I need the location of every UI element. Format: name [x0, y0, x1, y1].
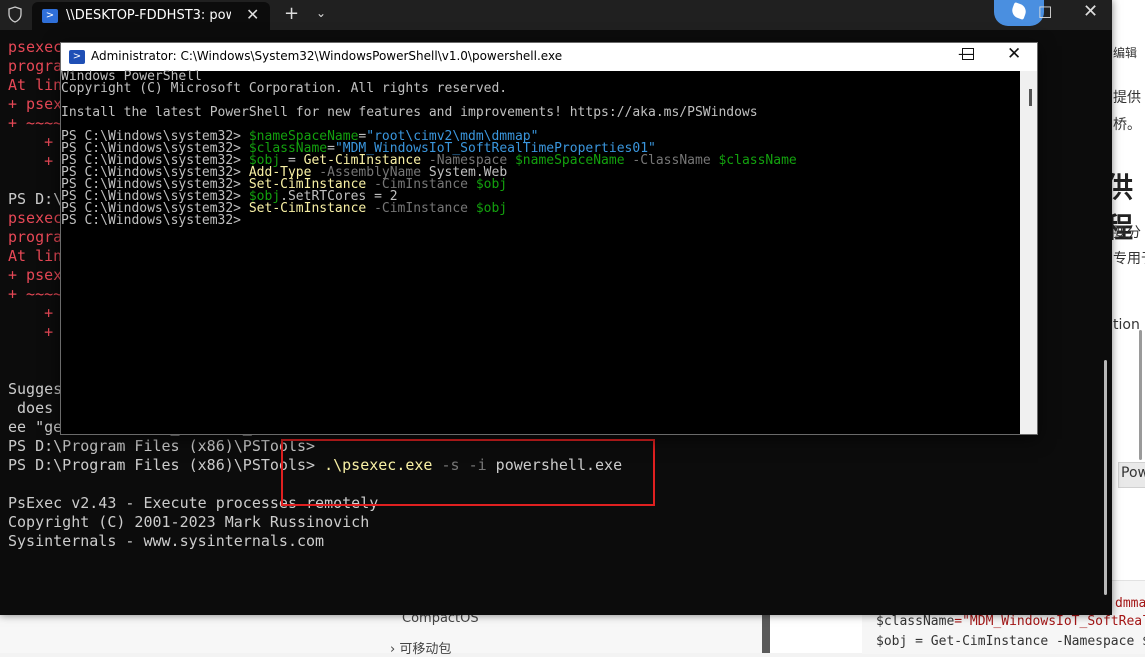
- text-segment: +: [8, 304, 63, 322]
- text-segment: $obj: [475, 177, 508, 192]
- chevron-down-icon[interactable]: ⌄: [316, 6, 326, 20]
- code-line: dmma: [1115, 596, 1145, 611]
- text-segment: progra: [8, 57, 63, 75]
- text-segment: +: [8, 133, 63, 151]
- text-segment: -ClassName: [624, 153, 719, 168]
- scrollbar-thumb[interactable]: [1029, 89, 1032, 106]
- text-segment: Copyright (C) 2001-2023 Mark Russinovich: [8, 513, 370, 531]
- text-segment: PS D:\Program Files (x86)\PSTools>: [8, 437, 316, 455]
- code-token: ="MDM_WindowsIoT_SoftReal: [954, 614, 1145, 629]
- window-title: Administrator: C:\Windows\System32\Windo…: [91, 49, 563, 63]
- text-segment: At lin: [8, 76, 63, 94]
- code-line: $obj = Get-CimInstance -Namespace $: [876, 634, 1145, 649]
- console-line: PS C:\Windows\system32>: [61, 213, 797, 228]
- article-text: 桥。: [1113, 117, 1141, 133]
- console-scrollbar[interactable]: [1020, 71, 1037, 434]
- terminal-scrollbar[interactable]: [1104, 360, 1107, 595]
- page-scrollbar[interactable]: [1139, 330, 1142, 460]
- tab-close-icon[interactable]: ✕: [246, 5, 259, 24]
- text-segment: -CimInstance: [366, 201, 476, 216]
- maximize-button[interactable]: ☐: [1038, 3, 1052, 22]
- highlight-annotation-box: [281, 439, 655, 506]
- text-segment: psexec: [8, 38, 63, 56]
- console-line: Install the latest PowerShell for new fe…: [61, 105, 797, 120]
- text-segment: $obj: [475, 201, 508, 216]
- text-segment: Sysinternals - www.sysinternals.com: [8, 532, 325, 550]
- console-output[interactable]: Windows PowerShell Copyright (C) Microsof…: [61, 70, 797, 228]
- text-segment: Sugges: [8, 380, 63, 398]
- code-line: $className="MDM_WindowsIoT_SoftReal: [876, 614, 1145, 629]
- text-segment: $className: [718, 153, 797, 168]
- code-tab-label: Pow: [1121, 465, 1145, 481]
- close-window-button[interactable]: ✕: [1083, 1, 1098, 22]
- article-text: 提供: [1113, 90, 1141, 106]
- text-segment: Copyright (C) Microsoft Corporation. All…: [61, 81, 508, 96]
- text-segment: PS D:\: [8, 190, 63, 208]
- text-segment: psexec: [8, 209, 63, 227]
- text-segment: + psex: [8, 95, 63, 113]
- powershell-icon: >: [42, 9, 58, 23]
- edit-link[interactable]: 编辑: [1113, 44, 1137, 61]
- code-token: $className: [876, 614, 955, 629]
- powershell-console-window: > Administrator: C:\Windows\System32\Win…: [60, 42, 1038, 435]
- console-title-bar: > Administrator: C:\Windows\System32\Win…: [61, 43, 1037, 71]
- text-segment: $nameSpaceName: [514, 153, 625, 168]
- text-segment: does: [8, 399, 63, 417]
- terminal-tab-bar: > \\DESKTOP-FDDHST3: powers ✕ + ⌄ ☐ ✕: [0, 0, 1112, 30]
- article-text: 专用于: [1113, 251, 1145, 267]
- tab-title: \\DESKTOP-FDDHST3: powers: [66, 8, 231, 23]
- text-segment: + psex: [8, 266, 63, 284]
- close-window-button[interactable]: ✕: [1007, 44, 1021, 64]
- text-segment: +: [8, 323, 63, 341]
- toc-item[interactable]: › 可移动包: [390, 638, 451, 657]
- text-segment: progra: [8, 228, 63, 246]
- new-tab-button[interactable]: +: [284, 3, 299, 24]
- text-segment: +: [8, 152, 63, 170]
- code-tab[interactable]: Pow: [1118, 462, 1145, 488]
- text-segment: + ~~~~: [8, 285, 63, 303]
- maximize-button[interactable]: [962, 48, 974, 60]
- powershell-icon: >: [69, 50, 85, 64]
- terminal-line: Copyright (C) 2001-2023 Mark Russinovich: [8, 513, 1019, 532]
- article-text: 要分: [1113, 225, 1141, 241]
- app-badge-icon: [994, 0, 1044, 26]
- text-segment: Set-CimInstance: [248, 201, 367, 216]
- text-segment: Install the latest PowerShell for new fe…: [61, 105, 758, 120]
- text-segment: + ~~~~: [8, 114, 63, 132]
- terminal-line: Sysinternals - www.sysinternals.com: [8, 532, 1019, 551]
- console-line: Copyright (C) Microsoft Corporation. All…: [61, 81, 797, 96]
- text-segment: At lin: [8, 247, 63, 265]
- terminal-tab[interactable]: > \\DESKTOP-FDDHST3: powers ✕: [32, 2, 270, 30]
- text-segment: PS D:\Program Files (x86)\PSTools>: [8, 456, 325, 474]
- shield-icon: [8, 6, 22, 23]
- text-segment: PS C:\Windows\system32>: [61, 213, 242, 228]
